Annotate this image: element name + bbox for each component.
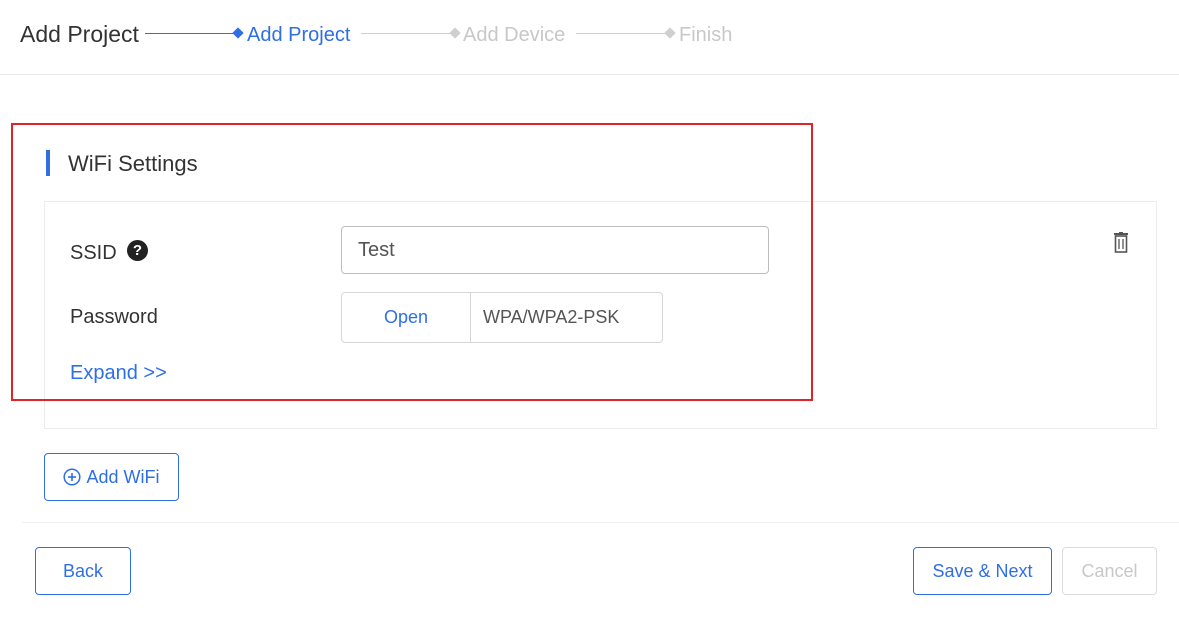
- trash-icon[interactable]: [1111, 232, 1131, 254]
- cancel-button[interactable]: Cancel: [1062, 547, 1157, 595]
- security-option-open[interactable]: Open: [342, 293, 471, 342]
- step-marker-icon: [449, 27, 461, 39]
- step-add-device: Add Device: [463, 24, 566, 46]
- step-connector: [576, 33, 666, 34]
- add-wifi-button[interactable]: Add WiFi: [44, 453, 179, 501]
- security-selector: Open WPA/WPA2-PSK: [341, 292, 663, 343]
- page-header: Add Project Add Project Add Device Finis…: [0, 0, 1179, 75]
- ssid-label: SSID: [70, 242, 117, 264]
- step-marker-icon: [664, 27, 676, 39]
- page-title: Add Project: [20, 21, 139, 47]
- add-wifi-label: Add WiFi: [86, 466, 160, 487]
- security-option-wpa[interactable]: WPA/WPA2-PSK: [471, 293, 662, 342]
- question-circle-icon[interactable]: ?: [127, 240, 148, 261]
- step-connector: [145, 33, 235, 34]
- password-label: Password: [70, 306, 158, 328]
- back-button[interactable]: Back: [35, 547, 131, 595]
- step-connector: [361, 33, 451, 34]
- expand-link[interactable]: Expand >>: [70, 361, 167, 385]
- step-add-project: Add Project: [247, 24, 351, 46]
- save-next-button[interactable]: Save & Next: [913, 547, 1052, 595]
- section-accent-bar: [46, 150, 50, 176]
- section-title: WiFi Settings: [68, 151, 198, 176]
- footer-divider: [22, 522, 1179, 523]
- step-marker-icon: [232, 27, 244, 39]
- step-finish: Finish: [679, 24, 733, 46]
- plus-circle-icon: [63, 468, 82, 486]
- ssid-input[interactable]: [341, 226, 769, 274]
